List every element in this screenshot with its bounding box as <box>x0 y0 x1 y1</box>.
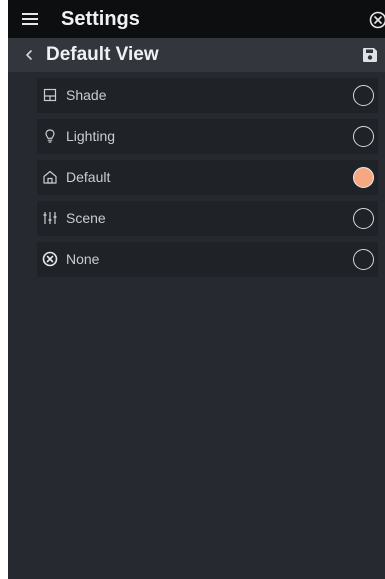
sub-header-bar: Default View <box>8 38 385 72</box>
option-label-shade: Shade <box>66 87 107 103</box>
home-icon <box>43 170 57 184</box>
radio-lighting[interactable] <box>353 126 374 147</box>
option-row-lighting[interactable]: Lighting <box>37 119 378 154</box>
hamburger-menu-icon[interactable] <box>20 9 40 29</box>
option-row-shade[interactable]: Shade <box>37 78 378 113</box>
radio-none[interactable] <box>353 249 374 270</box>
settings-app: Settings Default View Shade Lighting Def… <box>8 0 385 579</box>
window-left-edge <box>0 0 8 579</box>
sliders-scene-icon <box>43 212 57 224</box>
radio-default-selected[interactable] <box>353 167 374 188</box>
page-title: Default View <box>46 44 159 65</box>
app-title: Settings <box>61 8 140 30</box>
x-circle-icon <box>42 251 58 267</box>
option-label-scene: Scene <box>66 210 106 226</box>
option-label-lighting: Lighting <box>66 128 116 144</box>
option-row-scene[interactable]: Scene <box>37 201 378 236</box>
radio-scene[interactable] <box>353 208 374 229</box>
save-floppy-icon[interactable] <box>362 47 378 63</box>
top-app-bar: Settings <box>8 0 385 38</box>
option-label-default: Default <box>66 169 111 185</box>
shade-window-icon <box>43 88 57 102</box>
radio-shade[interactable] <box>353 85 374 106</box>
lightbulb-icon <box>45 129 55 143</box>
option-list: Shade Lighting Default Scene None <box>37 78 378 283</box>
option-row-default[interactable]: Default <box>37 160 378 195</box>
option-row-none[interactable]: None <box>37 242 378 277</box>
close-circle-icon[interactable] <box>369 11 385 29</box>
chevron-left-icon[interactable] <box>22 47 36 63</box>
option-label-none: None <box>66 251 100 267</box>
